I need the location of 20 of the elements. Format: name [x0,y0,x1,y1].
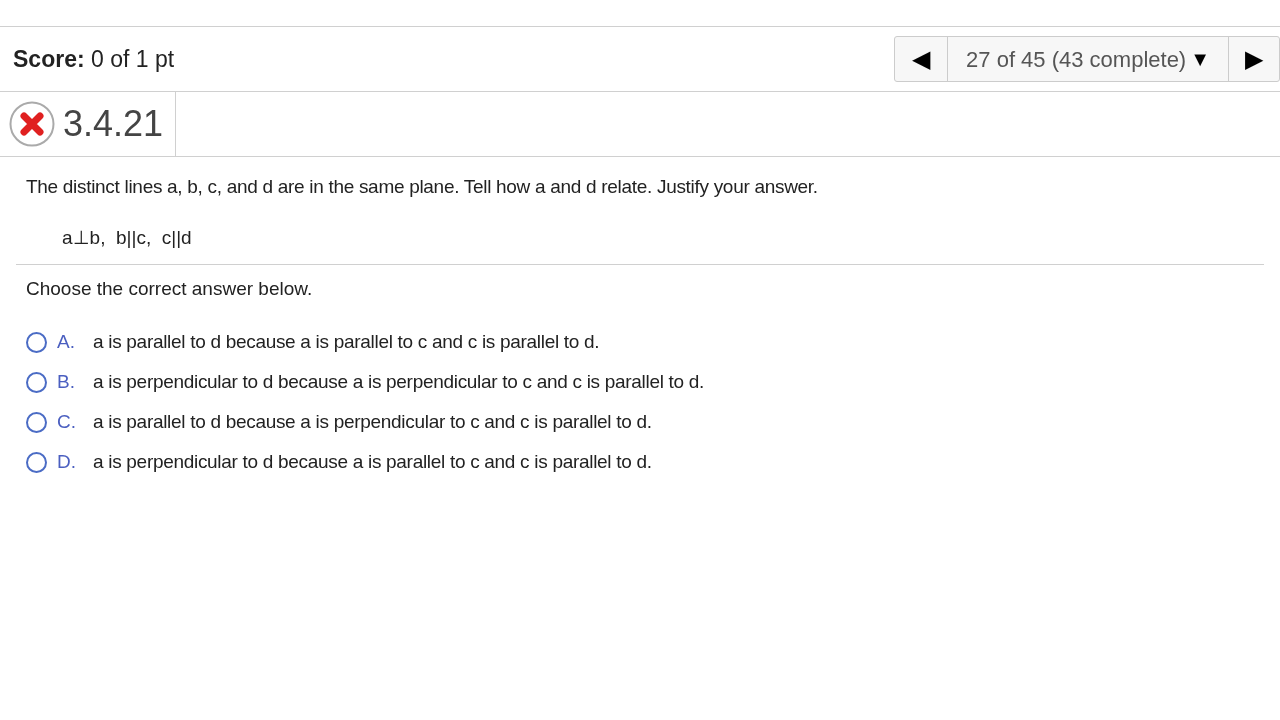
option-letter: A. [57,330,76,355]
option-text: a is parallel to d because a is parallel to c and c is parallel to d. [93,330,600,355]
score-text: Score: 0 of 1 pt [13,45,175,72]
instruction-text: Choose the correct answer below. [26,277,314,301]
option-letter: D. [57,450,77,475]
option-letter: B. [57,370,76,395]
next-button[interactable]: ▶ [1229,37,1279,81]
question-number: 3.4.21 [63,102,164,146]
radio-button[interactable] [26,332,47,353]
radio-button[interactable] [26,452,47,473]
option-text: a is perpendicular to d because a is perpendicular to c and c is parallel to d. [93,370,705,395]
question-prompt: The distinct lines a, b, c, and d are in the same plane. Tell how a and d relate. Justify your answer. [26,175,819,199]
option-text: a is parallel to d because a is perpendicular to c and c is parallel to d. [93,410,652,435]
option-letter: C. [57,410,77,435]
radio-button[interactable] [26,412,47,433]
option-text: a is perpendicular to d because a is parallel to c and c is parallel to d. [93,450,652,475]
radio-button[interactable] [26,372,47,393]
question-selector[interactable]: 27 of 45 (43 complete) ▼ [948,37,1229,81]
relations-text: a⊥b, b||c, c||d [62,225,193,250]
previous-button[interactable]: ◀ [895,37,949,81]
